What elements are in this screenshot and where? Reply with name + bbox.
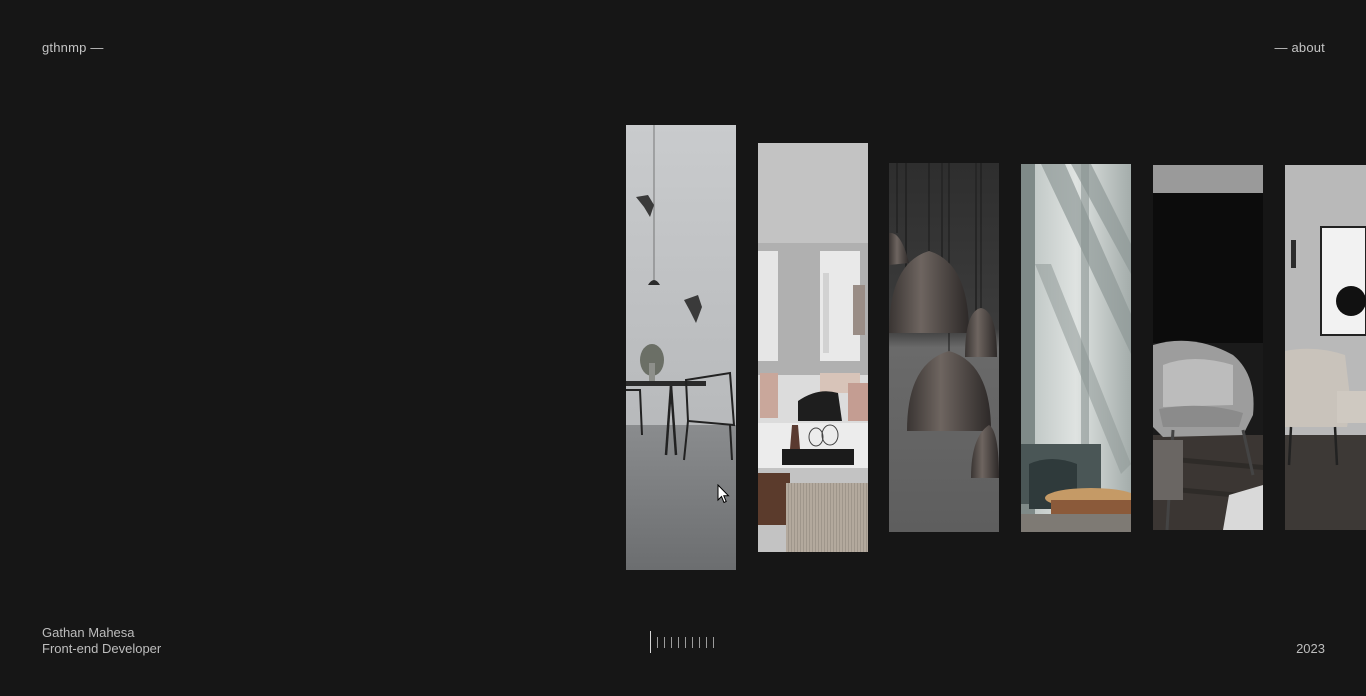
progress-tick[interactable] <box>650 631 651 653</box>
lounge-chair-image <box>1285 165 1366 530</box>
living-room-image <box>758 143 868 552</box>
progress-tick[interactable] <box>657 636 658 648</box>
image-gallery <box>0 0 1366 696</box>
dining-room-panel[interactable] <box>626 125 736 570</box>
author-credit: Gathan Mahesa Front-end Developer <box>42 625 161 657</box>
author-name: Gathan Mahesa <box>42 625 135 640</box>
progress-tick[interactable] <box>713 636 714 648</box>
armchair-panel[interactable] <box>1153 165 1263 530</box>
progress-tick[interactable] <box>664 636 665 648</box>
window-shadow-image <box>1021 164 1131 532</box>
window-light-panel[interactable] <box>1021 164 1131 532</box>
lounge-chair-panel[interactable] <box>1285 165 1366 530</box>
progress-tick[interactable] <box>671 636 672 648</box>
progress-tick[interactable] <box>692 636 693 648</box>
progress-tick[interactable] <box>685 636 686 648</box>
portfolio-page: gthnmp — — about Gathan Mahesa Front-end… <box>0 0 1366 696</box>
author-role: Front-end Developer <box>42 641 162 656</box>
progress-tick[interactable] <box>706 636 707 648</box>
pendant-lamps-image <box>889 163 999 532</box>
gallery-progress-indicator[interactable] <box>650 630 720 654</box>
progress-tick[interactable] <box>678 636 679 648</box>
progress-tick[interactable] <box>699 636 700 648</box>
pendant-lamps-panel[interactable] <box>889 163 999 532</box>
dining-room-image <box>626 125 736 570</box>
living-room-panel[interactable] <box>758 143 868 552</box>
armchair-image <box>1153 165 1263 530</box>
copyright-year: 2023 <box>1296 641 1325 656</box>
